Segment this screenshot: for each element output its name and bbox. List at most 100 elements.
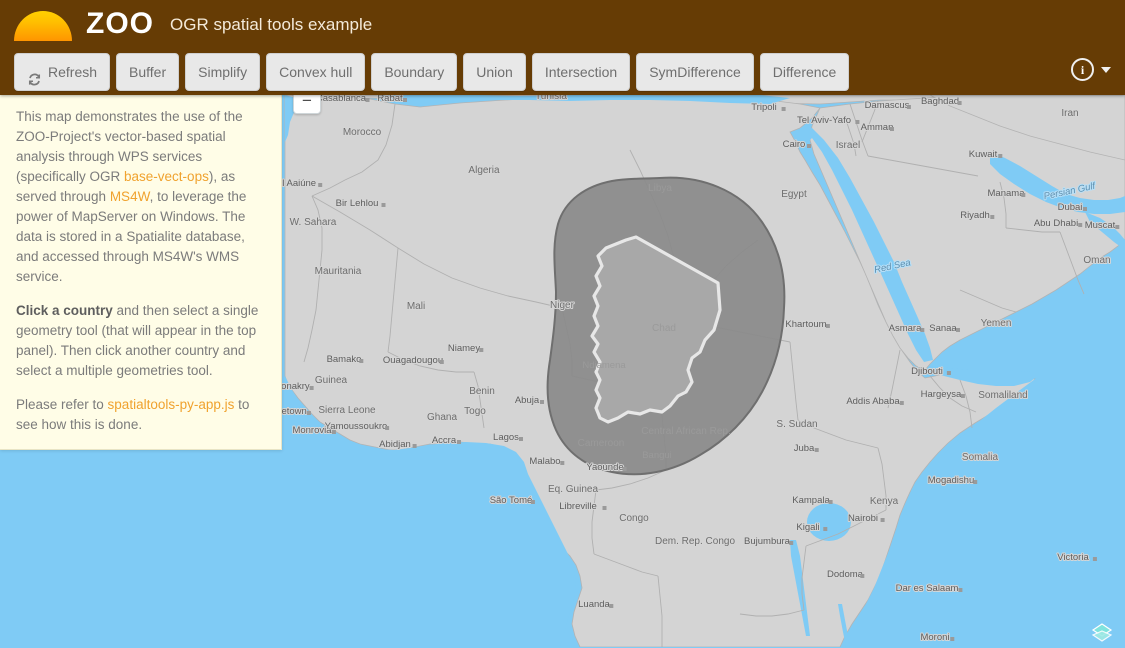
buffer-button-label: Buffer [129,64,167,80]
city-marker [1115,225,1120,229]
info-paragraph-1: This map demonstrates the use of the ZOO… [16,107,265,287]
info-p3-text-a: Please refer to [16,397,108,412]
symdifference-button-label: SymDifference [649,64,741,80]
map-label: Hargeysa [921,389,962,400]
info-circle-icon[interactable]: i [1071,58,1094,81]
ms4w-link[interactable]: MS4W [110,189,150,204]
map-label: Mali [407,301,425,312]
map-label: Dodoma [827,569,864,580]
boundary-button-label: Boundary [384,64,445,80]
info-paragraph-3: Please refer to spatialtools-py-app.js t… [16,395,265,435]
difference-button[interactable]: Difference [759,53,850,91]
map-label: Eq. Guinea [548,484,598,495]
city-marker [880,518,885,522]
map-label: S. Sudan [776,419,817,430]
map-label: Moroni [920,632,949,643]
map-label: Algeria [468,165,500,176]
map-label: Muscat [1085,220,1116,231]
city-marker [365,98,370,102]
city-marker [946,371,951,375]
map-label: Djibouti [911,366,943,377]
spatialtools-js-link[interactable]: spatialtools-py-app.js [108,397,235,412]
map-label: Cameroon [578,438,625,449]
map-label: Libya [648,183,672,194]
city-marker [1021,193,1026,197]
symdifference-button[interactable]: SymDifference [636,53,754,91]
city-marker [1078,223,1083,227]
city-marker [823,527,828,531]
info-paragraph-2: Click a country and then select a single… [16,301,265,381]
zoo-dome-logo-icon [14,10,72,41]
city-marker [457,440,461,444]
header-actions: i [1071,58,1111,81]
boundary-button[interactable]: Boundary [371,53,458,91]
map-label: Juba [794,443,815,454]
refresh-icon [27,65,42,85]
intersection-button-label: Intersection [544,64,618,80]
click-a-country-emphasis: Click a country [16,303,113,318]
city-marker [920,328,925,332]
map-label: Damascus [865,100,910,111]
map-label: Kuwait [969,149,998,160]
caret-down-icon[interactable] [1101,66,1111,73]
city-marker [540,400,544,404]
city-marker [318,183,323,187]
map-label: Victoria [1057,552,1089,563]
map-label: Baghdad [921,96,959,107]
map-label: Nairobi [848,513,878,524]
map-label: Dubai [1058,202,1083,213]
map-label: Libreville [559,501,597,512]
map-label: Kenya [870,496,899,507]
city-marker [412,444,417,448]
intersection-button[interactable]: Intersection [531,53,631,91]
map-label: Dem. Rep. Congo [655,536,735,547]
city-marker [899,401,904,405]
city-marker [385,426,390,430]
city-marker [990,215,995,219]
map-label: Lagos [493,432,519,443]
map-label: Kampala [792,495,830,506]
simplify-button[interactable]: Simplify [185,53,261,91]
city-marker [530,500,535,504]
city-marker [958,588,963,592]
map-label: Sanaa [929,323,957,334]
city-marker [479,348,484,352]
map-label: Bangui [642,450,672,461]
convex-hull-button[interactable]: Convex hull [266,53,366,91]
city-marker [906,105,911,109]
buffer-button[interactable]: Buffer [116,53,180,91]
map-label: Bujumbura [744,536,791,547]
city-marker [560,461,565,465]
brand-name: ZOO [86,6,154,40]
page-title: OGR spatial tools example [170,15,373,34]
map-label: Niamey [448,343,480,354]
map-label: Accra [432,435,457,446]
map-label: Tripoli [751,102,777,113]
city-marker [439,360,444,364]
map-label: Egypt [781,189,807,200]
map-label: Ghana [427,412,457,423]
map-label: Central African Rep. [641,426,731,437]
map-label: Iran [1061,108,1078,119]
map-label: Yaounde [586,462,623,473]
map-label: São Tomé [490,495,533,506]
map-label: Addis Ababa [846,396,900,407]
map-label: Benin [469,386,495,397]
refresh-button[interactable]: Refresh [14,53,111,91]
map-label: Oman [1083,255,1110,266]
map-label: Amman [861,122,894,133]
layers-icon[interactable] [1091,621,1113,643]
map-label: Manama [988,188,1026,199]
city-marker [807,144,811,148]
city-marker [957,101,962,105]
map-label: Bamako [327,354,362,365]
city-marker [825,324,830,328]
map-label: Kigali [796,522,819,533]
base-vect-ops-link[interactable]: base-vect-ops [124,169,209,184]
map-label: Malabo [529,456,560,467]
union-button-label: Union [476,64,513,80]
map-label: Mogadishu [928,475,974,486]
union-button[interactable]: Union [463,53,526,91]
map-label: Dar es Salaam [896,583,959,594]
map-label: Riyadh [960,210,990,221]
